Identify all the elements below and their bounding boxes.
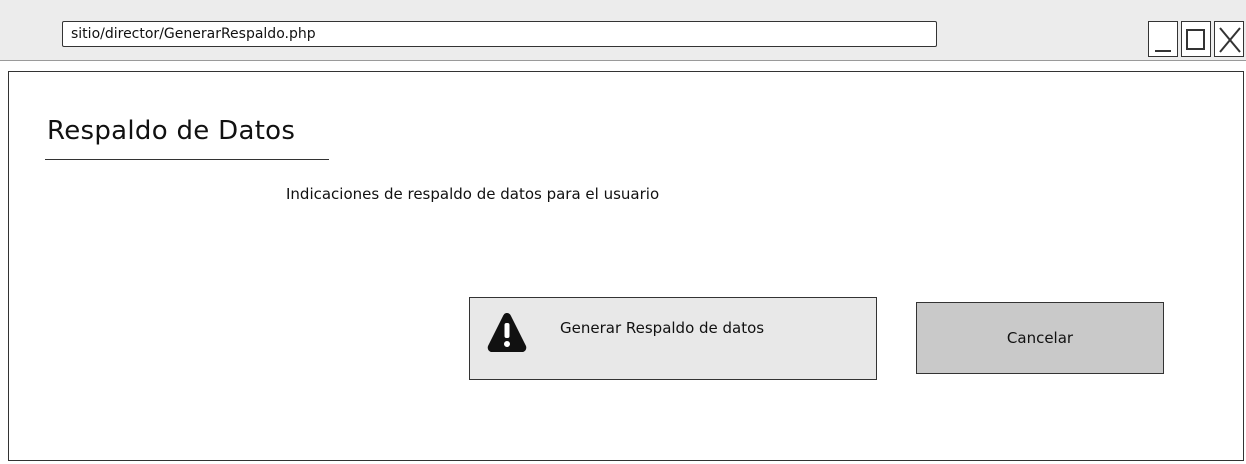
page-content: Respaldo de Datos Indicaciones de respal… [8,71,1244,461]
maximize-icon [1186,29,1205,50]
title-underline [45,159,329,160]
instructions-text: Indicaciones de respaldo de datos para e… [286,185,660,203]
browser-titlebar: sitio/director/GenerarRespaldo.php [0,0,1246,61]
close-button[interactable] [1214,21,1244,57]
minimize-icon [1155,50,1171,52]
warning-icon [487,313,527,352]
cancel-button[interactable]: Cancelar [916,302,1164,374]
page-title: Respaldo de Datos [47,116,296,146]
close-icon [1219,27,1241,53]
maximize-button[interactable] [1181,21,1211,57]
minimize-button[interactable] [1148,21,1178,57]
url-bar[interactable]: sitio/director/GenerarRespaldo.php [62,21,937,47]
generate-backup-label: Generar Respaldo de datos [560,319,765,337]
browser-window: sitio/director/GenerarRespaldo.php Respa… [0,0,1246,464]
generate-backup-button[interactable]: Generar Respaldo de datos [469,297,877,380]
window-controls [1148,21,1246,59]
